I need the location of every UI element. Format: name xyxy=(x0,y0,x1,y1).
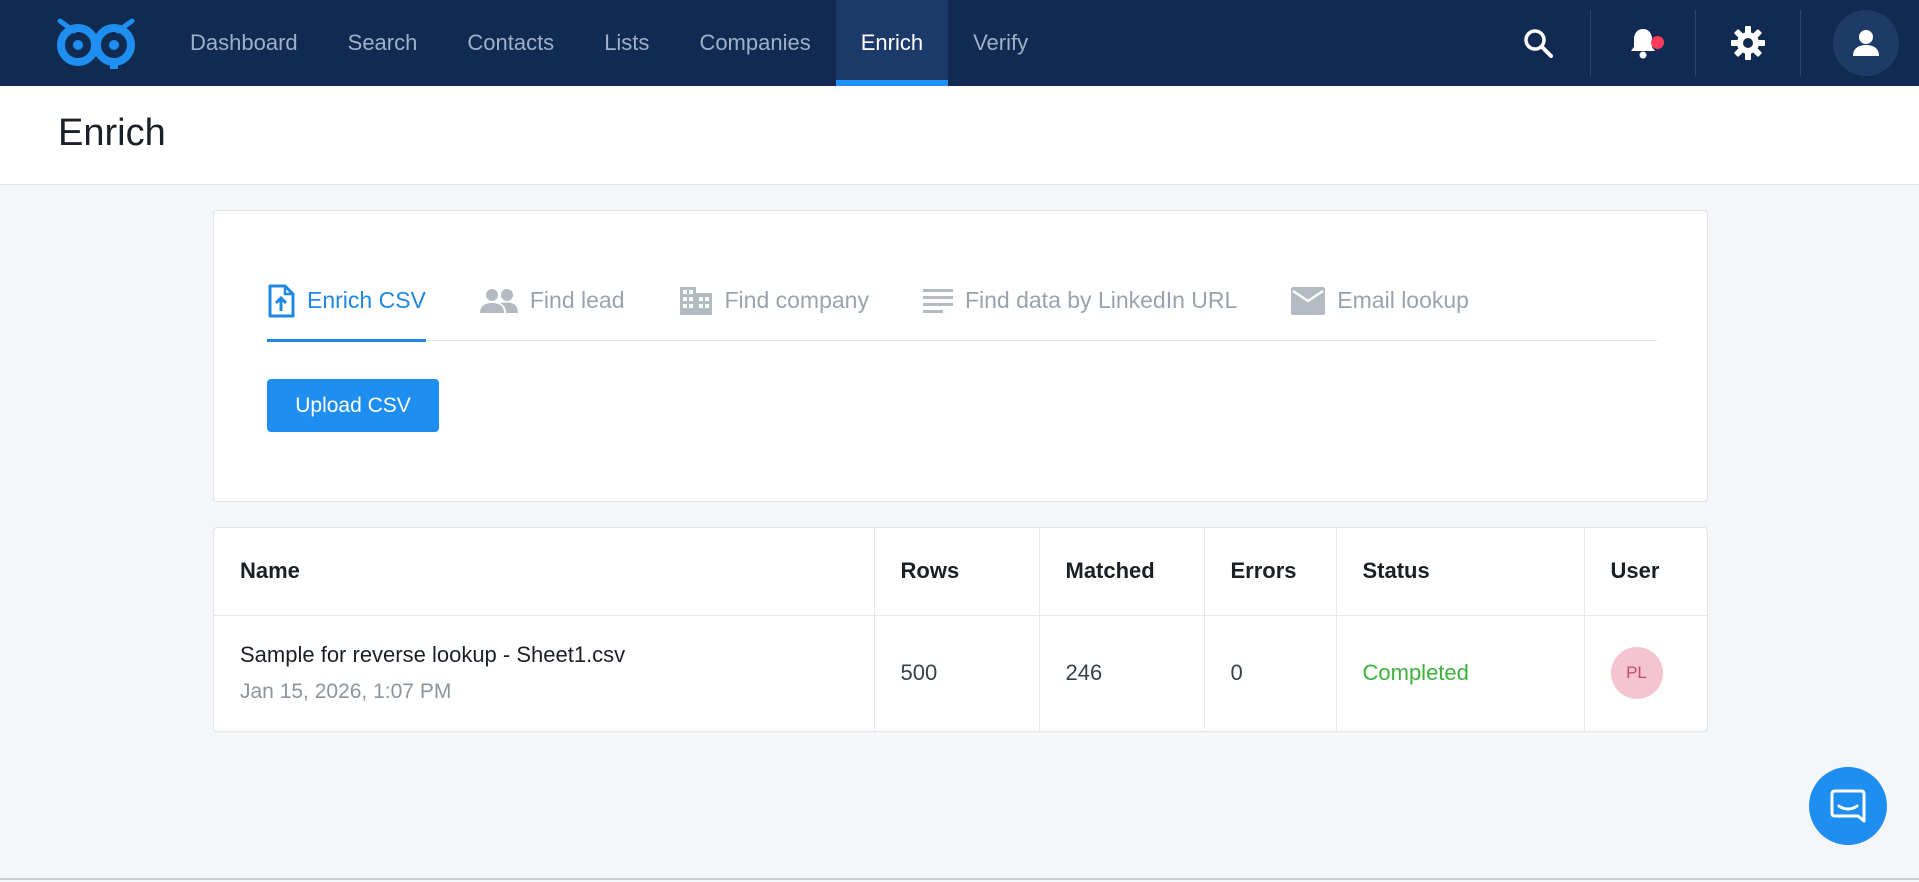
bottom-divider xyxy=(0,878,1919,880)
nav-contacts[interactable]: Contacts xyxy=(442,0,579,86)
column-header-user[interactable]: User xyxy=(1584,528,1707,616)
envelope-icon xyxy=(1291,286,1326,315)
tab-find-by-linkedin-url[interactable]: Find data by LinkedIn URL xyxy=(922,261,1238,341)
nav-verify[interactable]: Verify xyxy=(948,0,1053,86)
cell-name: Sample for reverse lookup - Sheet1.csv J… xyxy=(214,615,875,731)
tab-email-lookup[interactable]: Email lookup xyxy=(1291,261,1469,341)
tab-enrich-csv[interactable]: Enrich CSV xyxy=(267,261,426,342)
column-header-status[interactable]: Status xyxy=(1336,528,1585,616)
cell-rows: 500 xyxy=(874,615,1040,731)
cell-user: PL xyxy=(1584,615,1707,731)
user-icon xyxy=(1853,30,1879,56)
main-nav: Dashboard Search Contacts Lists Companie… xyxy=(165,0,1053,86)
tab-find-company[interactable]: Find company xyxy=(679,261,869,341)
file-date: Jan 15, 2026, 1:07 PM xyxy=(240,680,452,704)
nav-enrich[interactable]: Enrich xyxy=(835,0,949,86)
enrich-jobs-table-card: Name Rows Matched Errors Status User Sam… xyxy=(213,527,1708,732)
column-header-matched[interactable]: Matched xyxy=(1039,528,1205,616)
status-badge: Completed xyxy=(1336,615,1585,731)
cell-errors: 0 xyxy=(1204,615,1337,731)
chat-icon xyxy=(1830,789,1866,823)
tab-find-lead[interactable]: Find lead xyxy=(479,261,625,341)
file-upload-icon xyxy=(268,284,295,317)
notifications-button[interactable] xyxy=(1591,0,1695,86)
lines-icon xyxy=(922,288,953,313)
column-header-errors[interactable]: Errors xyxy=(1204,528,1337,616)
nav-search[interactable]: Search xyxy=(323,0,443,86)
account-avatar-button[interactable] xyxy=(1833,10,1899,76)
people-icon xyxy=(479,288,518,313)
owl-logo-icon[interactable] xyxy=(54,15,138,71)
notification-dot xyxy=(1651,36,1664,49)
search-button[interactable] xyxy=(1486,0,1590,86)
enrich-tabs: Enrich CSV Find lead Find company Find d… xyxy=(267,261,1657,342)
chat-launcher-button[interactable] xyxy=(1809,767,1887,845)
column-header-rows[interactable]: Rows xyxy=(874,528,1040,616)
page-title: Enrich xyxy=(58,112,166,154)
nav-divider xyxy=(1800,10,1801,76)
nav-dashboard[interactable]: Dashboard xyxy=(165,0,323,86)
table-row[interactable]: Sample for reverse lookup - Sheet1.csv J… xyxy=(214,615,1707,731)
tab-label: Find company xyxy=(724,287,869,313)
enrich-card: Enrich CSV Find lead Find company Find d… xyxy=(213,210,1708,502)
page-header: Enrich xyxy=(0,86,1919,185)
tab-label: Find data by LinkedIn URL xyxy=(964,287,1238,313)
tab-label: Email lookup xyxy=(1337,287,1469,313)
settings-button[interactable] xyxy=(1696,0,1800,86)
avatar: PL xyxy=(1610,647,1663,700)
enrich-jobs-table: Name Rows Matched Errors Status User Sam… xyxy=(214,528,1707,731)
upload-csv-button[interactable]: Upload CSV xyxy=(267,379,439,432)
column-header-name[interactable]: Name xyxy=(214,528,875,616)
nav-companies[interactable]: Companies xyxy=(674,0,835,86)
top-navigation: Dashboard Search Contacts Lists Companie… xyxy=(0,0,1919,86)
file-name[interactable]: Sample for reverse lookup - Sheet1.csv xyxy=(240,642,874,668)
cell-matched: 246 xyxy=(1039,615,1205,731)
gear-icon xyxy=(1731,26,1765,60)
nav-lists[interactable]: Lists xyxy=(579,0,674,86)
tab-label: Find lead xyxy=(529,287,625,313)
search-icon xyxy=(1524,29,1553,58)
nav-actions xyxy=(1486,0,1919,86)
table-header-row: Name Rows Matched Errors Status User xyxy=(214,528,1707,616)
building-icon xyxy=(679,286,712,315)
tab-label: Enrich CSV xyxy=(307,287,426,313)
